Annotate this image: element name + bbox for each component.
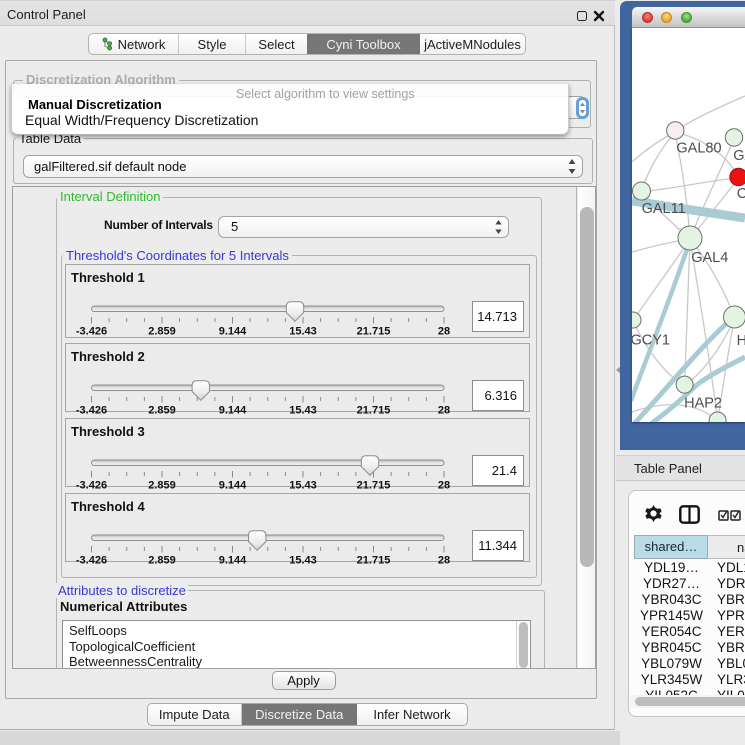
svg-text:GCY1: GCY1 [632, 333, 670, 349]
svg-text:GAL11: GAL11 [642, 201, 686, 217]
svg-text:HAP2: HAP2 [684, 396, 722, 412]
svg-text:GAL80: GAL80 [676, 141, 721, 157]
svg-text:HIS: HIS [737, 333, 745, 349]
svg-text:GA: GA [733, 148, 745, 164]
svg-text:GAL4: GAL4 [691, 250, 728, 266]
svg-text:CN: CN [737, 186, 745, 202]
